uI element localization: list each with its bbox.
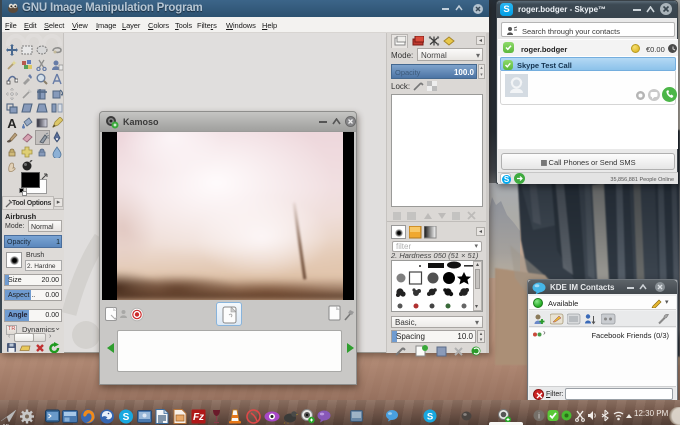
svg-text:S: S — [123, 412, 130, 423]
svg-text:A: A — [7, 117, 17, 129]
svg-text:Fz: Fz — [193, 412, 204, 423]
svg-text:i: i — [538, 412, 540, 421]
svg-text:S: S — [427, 412, 433, 423]
